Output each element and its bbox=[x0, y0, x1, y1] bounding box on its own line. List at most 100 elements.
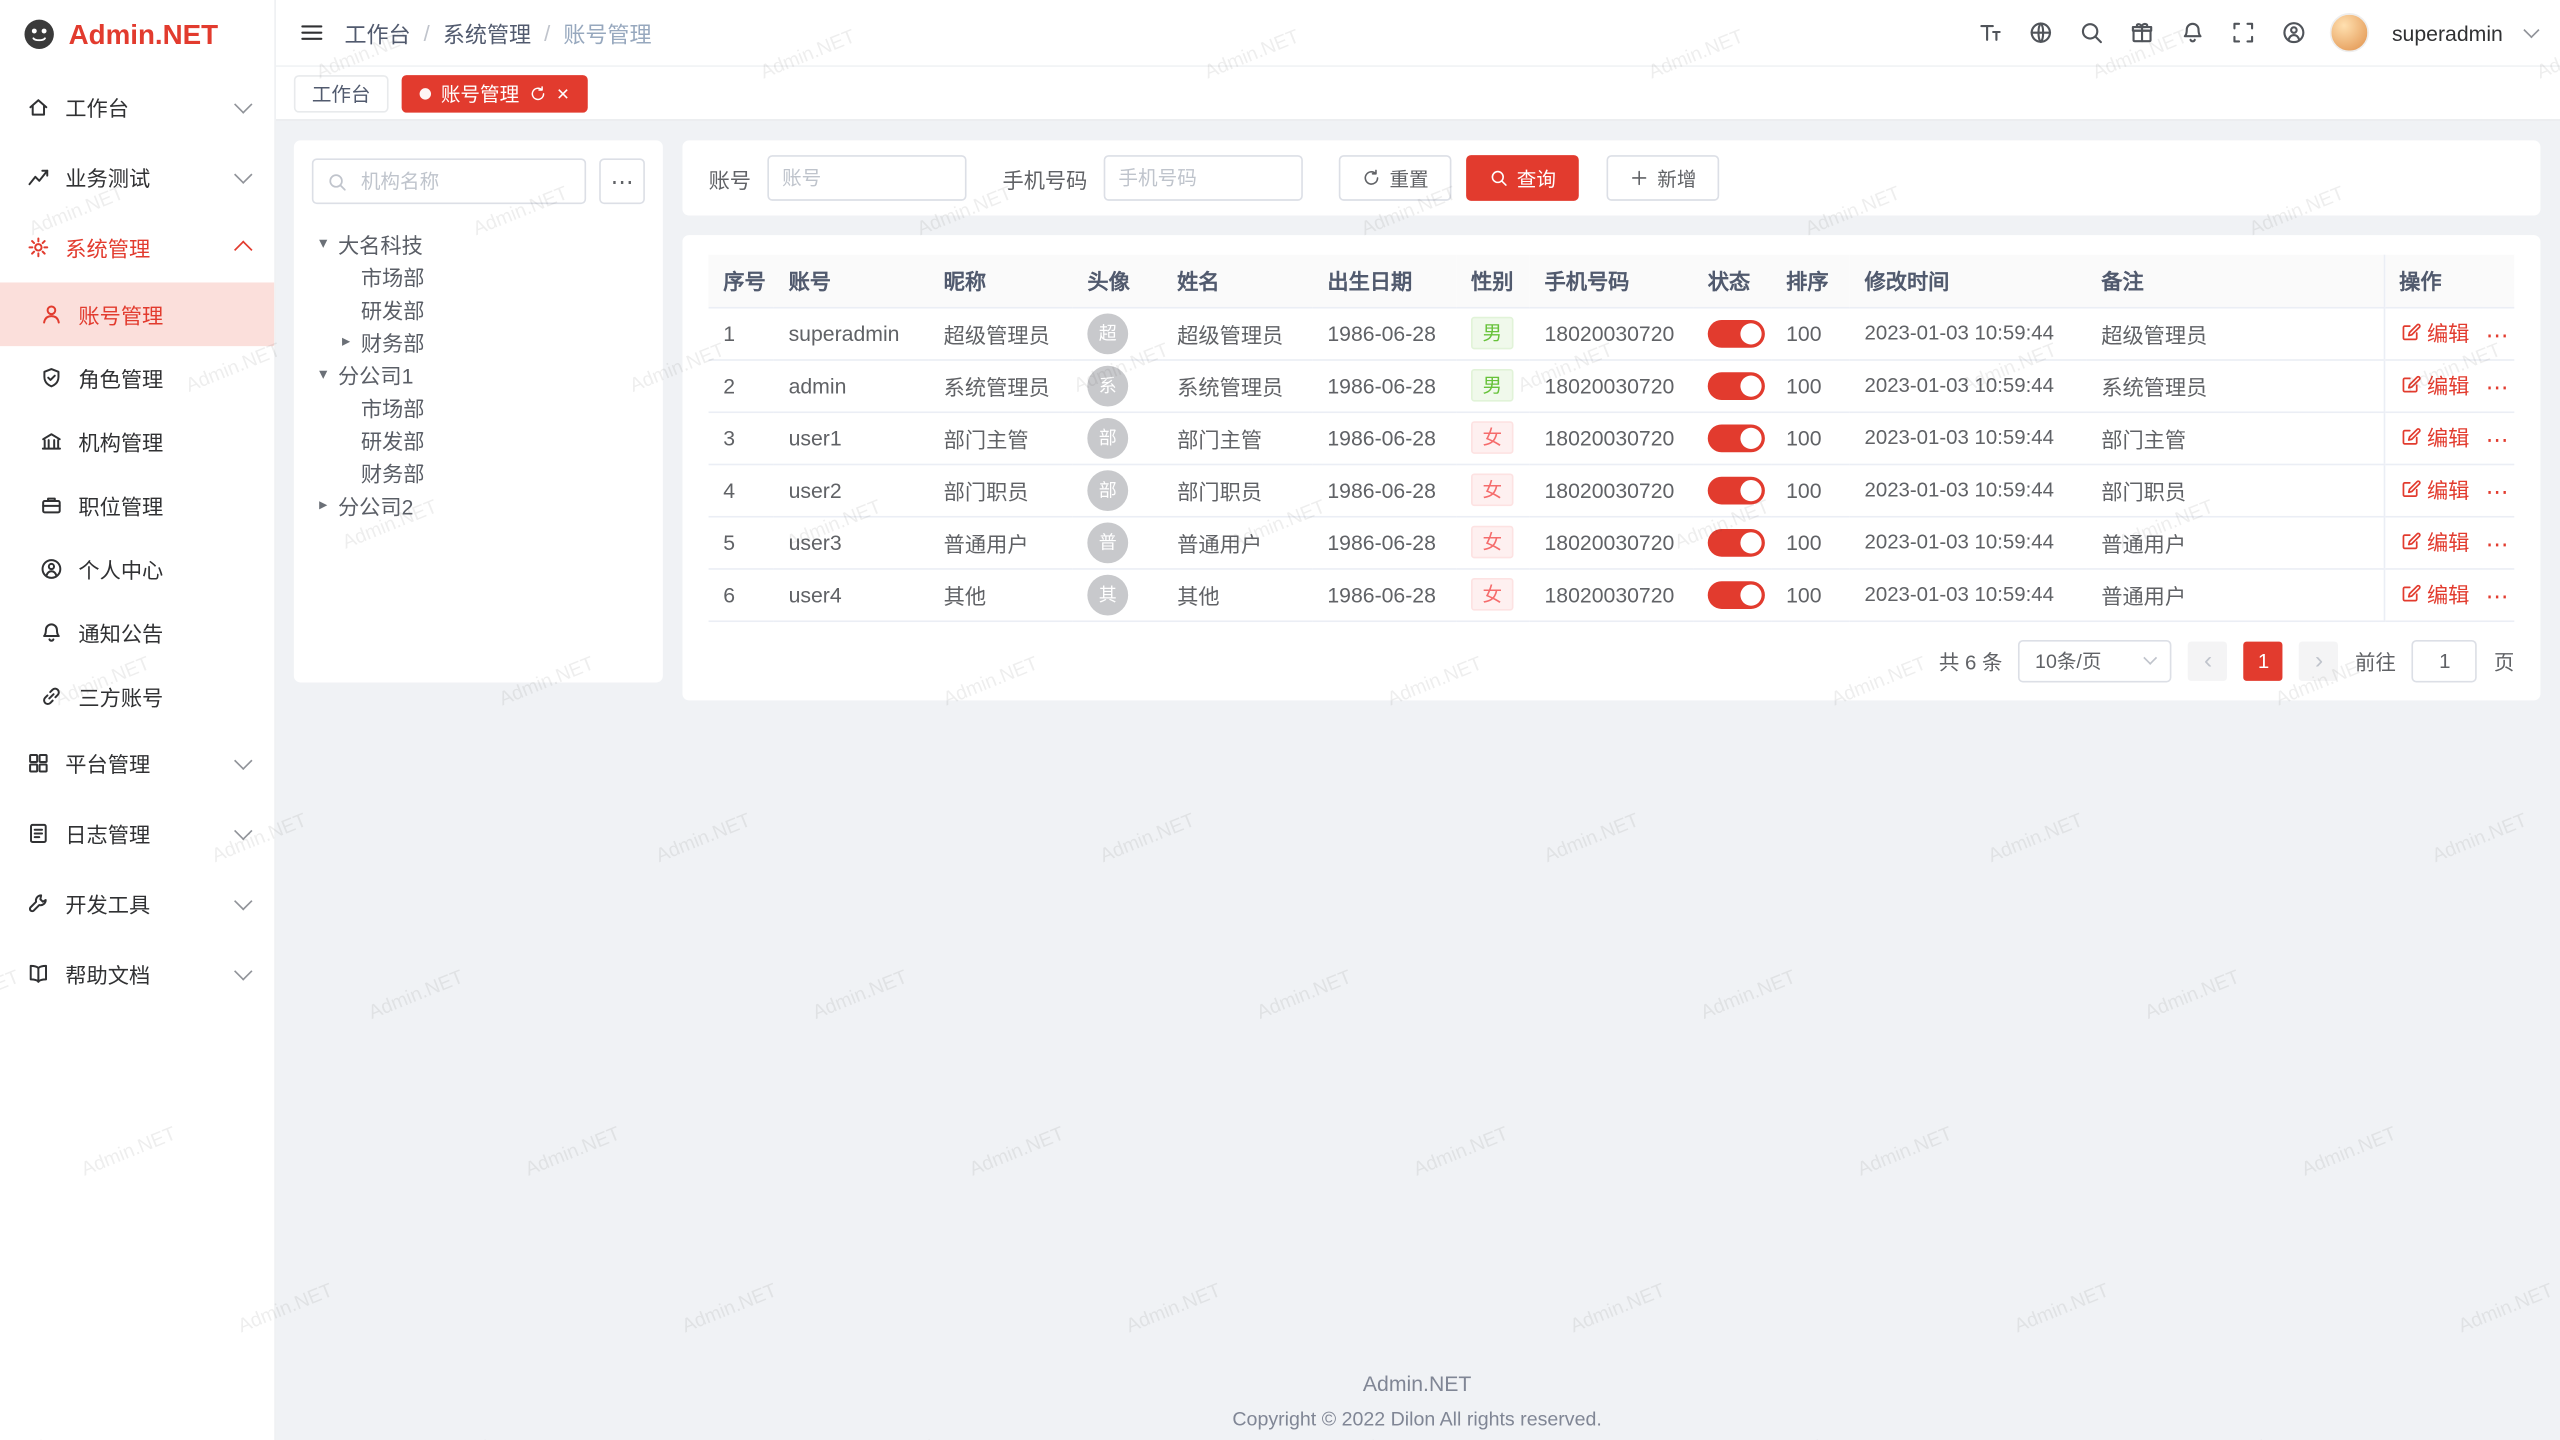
sidebar-subitem-个人中心[interactable]: 个人中心 bbox=[0, 537, 274, 601]
profile-icon[interactable] bbox=[2279, 19, 2307, 47]
sidebar-subitem-角色管理[interactable]: 角色管理 bbox=[0, 346, 274, 410]
sidebar-item-platform[interactable]: 平台管理 bbox=[0, 728, 274, 798]
more-actions-button[interactable]: ⋯ bbox=[2486, 426, 2509, 452]
birth-cell: 1986-06-28 bbox=[1313, 307, 1457, 359]
tree-node-分公司2[interactable]: ▸分公司2 bbox=[312, 488, 645, 521]
gender-badge: 女 bbox=[1471, 578, 1513, 611]
edit-button[interactable]: 编辑 bbox=[2399, 421, 2469, 452]
phone-cell: 18020030720 bbox=[1530, 568, 1693, 620]
current-page[interactable]: 1 bbox=[2244, 641, 2283, 680]
font-size-icon[interactable] bbox=[1976, 19, 2004, 47]
status-toggle[interactable] bbox=[1708, 476, 1765, 504]
status-toggle[interactable] bbox=[1708, 319, 1765, 347]
user-avatar[interactable] bbox=[2330, 13, 2369, 52]
remark-cell: 普通用户 bbox=[2087, 516, 2384, 568]
caret-right-icon[interactable]: ▸ bbox=[312, 496, 335, 514]
name-cell: 部门职员 bbox=[1162, 464, 1312, 516]
edit-button[interactable]: 编辑 bbox=[2399, 578, 2469, 609]
sidebar-item-business-test[interactable]: 业务测试 bbox=[0, 142, 274, 212]
sidebar-subitem-机构管理[interactable]: 机构管理 bbox=[0, 410, 274, 474]
footer-copyright: Copyright © 2022 Dilon All rights reserv… bbox=[274, 1407, 2560, 1430]
tree-node-市场部[interactable]: 市场部 bbox=[312, 260, 645, 293]
ops-cell: 编辑 ⋯ bbox=[2384, 464, 2515, 516]
org-search-input[interactable] bbox=[358, 168, 572, 194]
tree-node-研发部[interactable]: 研发部 bbox=[312, 423, 645, 456]
brand-name: Admin.NET bbox=[69, 20, 219, 53]
username[interactable]: superadmin bbox=[2392, 20, 2503, 44]
sidebar-subitem-通知公告[interactable]: 通知公告 bbox=[0, 601, 274, 665]
nickname-cell: 系统管理员 bbox=[929, 359, 1073, 411]
tree-node-研发部[interactable]: 研发部 bbox=[312, 292, 645, 325]
search-icon[interactable] bbox=[2077, 19, 2105, 47]
sidebar-subitem-账号管理[interactable]: 账号管理 bbox=[0, 282, 274, 346]
footer: Admin.NET Copyright © 2022 Dilon All rig… bbox=[274, 1371, 2560, 1430]
account-input[interactable] bbox=[767, 155, 966, 201]
notification-bell-icon[interactable] bbox=[2178, 19, 2206, 47]
more-actions-button[interactable]: ⋯ bbox=[2486, 478, 2509, 504]
refresh-icon[interactable] bbox=[529, 84, 547, 102]
gender-badge: 男 bbox=[1471, 369, 1513, 402]
tab-工作台[interactable]: 工作台 bbox=[294, 74, 389, 112]
phone-input[interactable] bbox=[1104, 155, 1303, 201]
sidebar-item-devtools[interactable]: 开发工具 bbox=[0, 869, 274, 939]
close-icon[interactable]: × bbox=[557, 82, 569, 103]
document-icon bbox=[24, 820, 50, 846]
org-tree: ▾大名科技市场部研发部▸财务部▾分公司1市场部研发部财务部▸分公司2 bbox=[312, 227, 645, 521]
org-more-button[interactable]: ⋯ bbox=[599, 158, 645, 204]
reset-button[interactable]: 重置 bbox=[1339, 155, 1452, 201]
remark-cell: 系统管理员 bbox=[2087, 359, 2384, 411]
sidebar-item-help[interactable]: 帮助文档 bbox=[0, 939, 274, 1009]
hamburger-icon[interactable] bbox=[297, 19, 325, 47]
tree-node-财务部[interactable]: ▸财务部 bbox=[312, 325, 645, 358]
column-header-操作: 操作 bbox=[2384, 255, 2515, 307]
remark-cell: 部门主管 bbox=[2087, 411, 2384, 463]
search-button[interactable]: 查询 bbox=[1466, 155, 1579, 201]
next-page-button[interactable]: › bbox=[2300, 641, 2339, 680]
edit-button[interactable]: 编辑 bbox=[2399, 526, 2469, 557]
more-actions-button[interactable]: ⋯ bbox=[2486, 531, 2509, 557]
ops-cell: 编辑 ⋯ bbox=[2384, 568, 2515, 620]
sidebar: Admin.NET 工作台业务测试系统管理账号管理角色管理机构管理职位管理个人中… bbox=[0, 0, 276, 1440]
goto-page-input[interactable] bbox=[2412, 639, 2477, 681]
caret-down-icon[interactable]: ▾ bbox=[312, 234, 335, 252]
account-cell: superadmin bbox=[774, 307, 929, 359]
status-toggle[interactable] bbox=[1708, 424, 1765, 452]
more-actions-button[interactable]: ⋯ bbox=[2486, 583, 2509, 609]
status-toggle[interactable] bbox=[1708, 371, 1765, 399]
edit-button[interactable]: 编辑 bbox=[2399, 473, 2469, 504]
edit-button[interactable]: 编辑 bbox=[2399, 369, 2469, 400]
tree-node-市场部[interactable]: 市场部 bbox=[312, 390, 645, 423]
table-row: 4user2部门职员部部门职员1986-06-28女18020030720100… bbox=[709, 464, 2515, 516]
sidebar-subitem-三方账号[interactable]: 三方账号 bbox=[0, 664, 274, 728]
status-toggle[interactable] bbox=[1708, 580, 1765, 608]
sidebar-item-system[interactable]: 系统管理 bbox=[0, 212, 274, 282]
caret-down-icon[interactable]: ▾ bbox=[312, 365, 335, 383]
tab-账号管理[interactable]: 账号管理× bbox=[402, 74, 587, 112]
org-panel: ⋯ ▾大名科技市场部研发部▸财务部▾分公司1市场部研发部财务部▸分公司2 bbox=[294, 140, 663, 682]
breadcrumb-item[interactable]: 系统管理 bbox=[443, 16, 531, 49]
add-button[interactable]: 新增 bbox=[1607, 155, 1720, 201]
tree-node-分公司1[interactable]: ▾分公司1 bbox=[312, 358, 645, 391]
tree-node-大名科技[interactable]: ▾大名科技 bbox=[312, 227, 645, 260]
fullscreen-icon[interactable] bbox=[2229, 19, 2257, 47]
breadcrumb-item[interactable]: 工作台 bbox=[344, 16, 410, 49]
edit-button[interactable]: 编辑 bbox=[2399, 317, 2469, 348]
tree-node-财务部[interactable]: 财务部 bbox=[312, 456, 645, 489]
status-toggle[interactable] bbox=[1708, 528, 1765, 556]
sidebar-subitem-职位管理[interactable]: 职位管理 bbox=[0, 473, 274, 537]
sidebar-item-workbench[interactable]: 工作台 bbox=[0, 72, 274, 142]
table-row: 1superadmin超级管理员超超级管理员1986-06-28男1802003… bbox=[709, 307, 2515, 359]
sidebar-item-logs[interactable]: 日志管理 bbox=[0, 798, 274, 868]
prev-page-button[interactable]: ‹ bbox=[2189, 641, 2228, 680]
column-header-出生日期: 出生日期 bbox=[1313, 255, 1457, 307]
org-search-box bbox=[312, 158, 586, 204]
language-icon[interactable] bbox=[2026, 19, 2054, 47]
tool-icon bbox=[24, 891, 50, 917]
more-actions-button[interactable]: ⋯ bbox=[2486, 374, 2509, 400]
status-cell bbox=[1693, 411, 1771, 463]
more-actions-button[interactable]: ⋯ bbox=[2486, 322, 2509, 348]
page-size-select[interactable]: 10条/页 bbox=[2019, 639, 2172, 681]
caret-right-icon[interactable]: ▸ bbox=[335, 332, 358, 350]
theme-icon[interactable] bbox=[2127, 19, 2155, 47]
gender-cell: 女 bbox=[1456, 516, 1529, 568]
